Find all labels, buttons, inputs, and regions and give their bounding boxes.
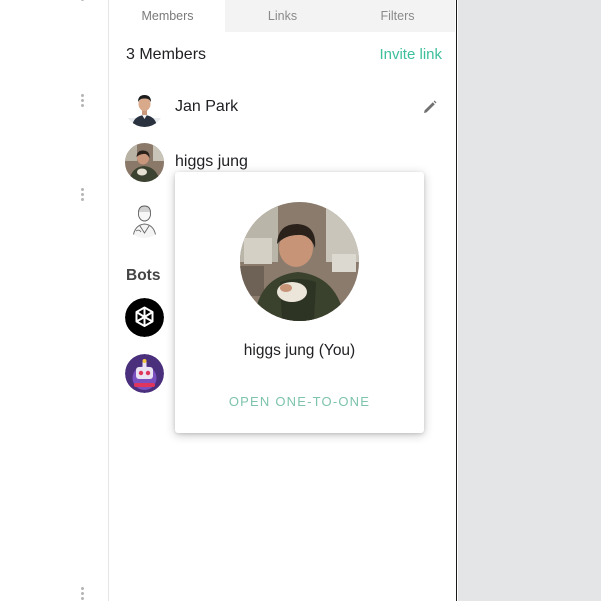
popup-user-name: higgs jung (You)	[243, 342, 356, 359]
more-vert-icon[interactable]	[80, 94, 84, 107]
members-header: 3 Members Invite link	[126, 45, 442, 63]
avatar[interactable]	[125, 142, 164, 182]
member-name: higgs jung	[175, 153, 248, 170]
left-rail	[0, 0, 109, 601]
member-row-jan-park[interactable]: Jan Park	[125, 87, 445, 127]
more-vert-icon[interactable]	[80, 188, 84, 201]
bots-heading: Bots	[126, 267, 161, 284]
tab-members[interactable]: Members	[110, 0, 225, 32]
more-vert-icon[interactable]	[80, 587, 84, 600]
robot-bot-icon[interactable]	[125, 354, 164, 393]
popup-avatar	[240, 202, 359, 321]
avatar[interactable]	[125, 198, 164, 238]
openai-logo-icon[interactable]	[125, 298, 164, 337]
edit-pencil-icon[interactable]	[421, 98, 439, 116]
tab-bar: Members Links Filters	[110, 0, 455, 32]
profile-popup: higgs jung (You) OPEN ONE-TO-ONE	[175, 172, 424, 433]
open-one-to-one-button[interactable]: OPEN ONE-TO-ONE	[175, 394, 424, 409]
tab-links[interactable]: Links	[225, 0, 340, 32]
more-vert-icon[interactable]	[80, 0, 84, 1]
members-count: 3 Members	[126, 46, 207, 63]
backdrop	[458, 0, 601, 601]
avatar[interactable]	[125, 87, 164, 127]
tab-filters[interactable]: Filters	[340, 0, 455, 32]
invite-link-button[interactable]: Invite link	[379, 45, 442, 63]
member-name: Jan Park	[175, 98, 239, 115]
